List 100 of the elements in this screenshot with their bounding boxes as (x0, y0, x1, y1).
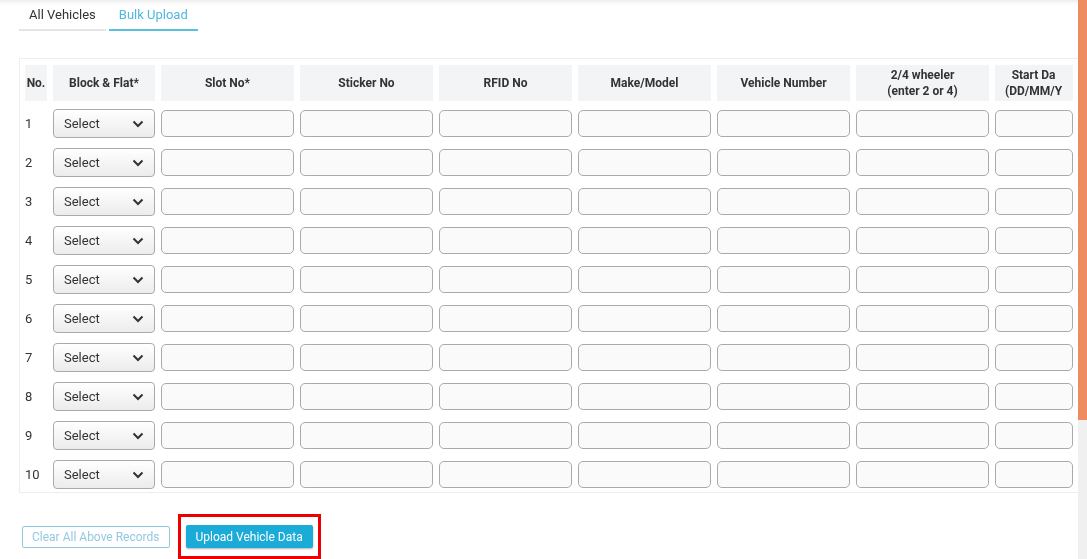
scrollbar[interactable] (1078, 0, 1087, 559)
input-field[interactable] (717, 383, 850, 410)
input-field[interactable] (439, 422, 572, 449)
row-number: 1 (25, 114, 34, 133)
input-field[interactable] (578, 110, 711, 137)
input-field[interactable] (578, 305, 711, 332)
input-field[interactable] (856, 383, 989, 410)
column-header: No. (25, 65, 47, 101)
select-dropdown[interactable]: Select (53, 460, 155, 489)
input-field[interactable] (161, 149, 294, 176)
row-number: 9 (25, 426, 34, 445)
input-field[interactable] (300, 422, 433, 449)
input-field[interactable] (856, 422, 989, 449)
input-field[interactable] (161, 266, 294, 293)
input-field[interactable] (300, 149, 433, 176)
input-field[interactable] (995, 344, 1073, 371)
chevron-down-icon (132, 431, 144, 440)
input-field[interactable] (439, 344, 572, 371)
input-field[interactable] (856, 461, 989, 488)
column-header: Sticker No (300, 65, 433, 101)
input-field[interactable] (717, 227, 850, 254)
input-field[interactable] (439, 227, 572, 254)
input-field[interactable] (161, 110, 294, 137)
input-field[interactable] (995, 227, 1073, 254)
input-field[interactable] (300, 110, 433, 137)
input-field[interactable] (439, 305, 572, 332)
input-field[interactable] (161, 461, 294, 488)
input-field[interactable] (995, 383, 1073, 410)
input-field[interactable] (717, 188, 850, 215)
input-field[interactable] (856, 266, 989, 293)
input-field[interactable] (439, 266, 572, 293)
input-field[interactable] (578, 149, 711, 176)
chevron-down-icon (132, 353, 144, 362)
input-field[interactable] (439, 461, 572, 488)
input-field[interactable] (717, 344, 850, 371)
input-field[interactable] (717, 149, 850, 176)
input-field[interactable] (439, 383, 572, 410)
input-field[interactable] (717, 305, 850, 332)
input-field[interactable] (995, 305, 1073, 332)
chevron-down-icon (132, 119, 144, 128)
input-field[interactable] (300, 344, 433, 371)
input-field[interactable] (161, 422, 294, 449)
input-field[interactable] (578, 266, 711, 293)
select-dropdown[interactable]: Select (53, 148, 155, 177)
input-field[interactable] (995, 422, 1073, 449)
input-field[interactable] (995, 149, 1073, 176)
input-field[interactable] (300, 266, 433, 293)
select-dropdown[interactable]: Select (53, 421, 155, 450)
input-field[interactable] (856, 149, 989, 176)
input-field[interactable] (300, 383, 433, 410)
input-field[interactable] (161, 344, 294, 371)
input-field[interactable] (578, 461, 711, 488)
input-field[interactable] (300, 305, 433, 332)
select-dropdown[interactable]: Select (53, 382, 155, 411)
input-field[interactable] (856, 110, 989, 137)
select-dropdown[interactable]: Select (53, 109, 155, 138)
input-field[interactable] (300, 227, 433, 254)
tab[interactable]: All Vehicles (19, 0, 106, 31)
input-field[interactable] (161, 227, 294, 254)
input-field[interactable] (995, 188, 1073, 215)
select-dropdown[interactable]: Select (53, 226, 155, 255)
input-field[interactable] (439, 149, 572, 176)
column-header: Vehicle Number (717, 65, 850, 101)
input-field[interactable] (995, 266, 1073, 293)
select-dropdown[interactable]: Select (53, 343, 155, 372)
input-field[interactable] (717, 422, 850, 449)
input-field[interactable] (161, 188, 294, 215)
row-number: 2 (25, 153, 34, 172)
input-field[interactable] (578, 344, 711, 371)
input-field[interactable] (717, 461, 850, 488)
chevron-down-icon (132, 158, 144, 167)
input-field[interactable] (856, 188, 989, 215)
column-header: Make/Model (578, 65, 711, 101)
column-header: Block & Flat* (53, 65, 155, 101)
input-field[interactable] (995, 461, 1073, 488)
input-field[interactable] (578, 227, 711, 254)
chevron-down-icon (132, 197, 144, 206)
input-field[interactable] (856, 344, 989, 371)
select-dropdown[interactable]: Select (53, 187, 155, 216)
input-field[interactable] (578, 188, 711, 215)
input-field[interactable] (300, 461, 433, 488)
row-number: 8 (25, 387, 34, 406)
input-field[interactable] (161, 305, 294, 332)
row-number: 4 (25, 231, 34, 250)
input-field[interactable] (578, 383, 711, 410)
input-field[interactable] (300, 188, 433, 215)
row-number: 10 (25, 465, 41, 484)
input-field[interactable] (995, 110, 1073, 137)
select-dropdown[interactable]: Select (53, 265, 155, 294)
input-field[interactable] (439, 188, 572, 215)
input-field[interactable] (578, 422, 711, 449)
input-field[interactable] (717, 110, 850, 137)
input-field[interactable] (161, 383, 294, 410)
row-number: 6 (25, 309, 34, 328)
input-field[interactable] (856, 227, 989, 254)
input-field[interactable] (717, 266, 850, 293)
input-field[interactable] (439, 110, 572, 137)
select-dropdown[interactable]: Select (53, 304, 155, 333)
input-field[interactable] (856, 305, 989, 332)
column-header: Slot No* (161, 65, 294, 101)
